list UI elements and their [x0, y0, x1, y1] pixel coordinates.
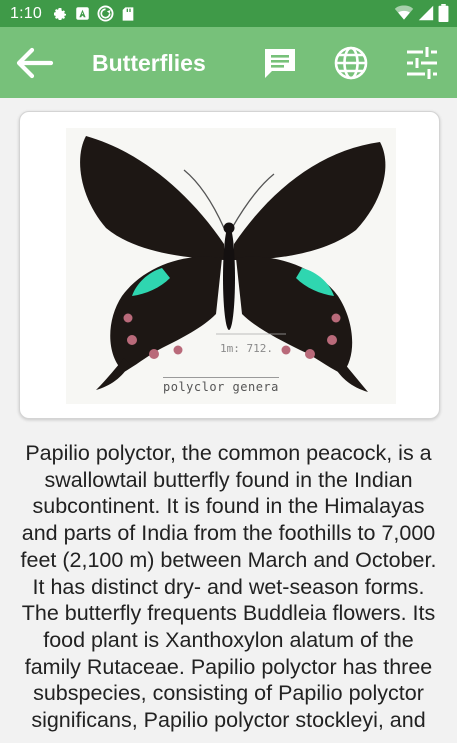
- sd-card-icon: [122, 6, 134, 21]
- app-bar: Butterflies: [0, 27, 457, 98]
- status-icons-right: [394, 4, 449, 22]
- back-button[interactable]: [16, 47, 54, 79]
- butterfly-illustration: 1m: 712.: [80, 136, 386, 392]
- page-title: Butterflies: [92, 50, 206, 76]
- butterfly-image: 1m: 712. polyclor genera: [66, 128, 396, 404]
- status-bar: 1:10: [0, 0, 457, 27]
- status-time: 1:10: [10, 4, 42, 22]
- signal-icon: [418, 5, 434, 21]
- image-card: 1m: 712. polyclor genera: [19, 111, 440, 419]
- battery-icon: [438, 4, 449, 22]
- message-icon: [265, 49, 295, 78]
- filter-button[interactable]: [404, 45, 440, 81]
- message-button[interactable]: [262, 45, 298, 81]
- sync-icon: [97, 5, 114, 22]
- specimen-tag: 1m: 712.: [220, 342, 273, 355]
- tune-icon: [407, 47, 437, 79]
- specimen-label: polyclor genera: [163, 377, 279, 394]
- arrow-left-icon: [16, 47, 54, 79]
- settings-icon: [53, 7, 66, 20]
- globe-icon: [334, 46, 368, 80]
- status-icons-left: [52, 5, 135, 22]
- language-button[interactable]: [333, 45, 369, 81]
- species-description: Papilio polyctor, the common peacock, is…: [20, 441, 437, 733]
- wifi-icon: [394, 5, 414, 20]
- a-badge-icon: [76, 7, 89, 20]
